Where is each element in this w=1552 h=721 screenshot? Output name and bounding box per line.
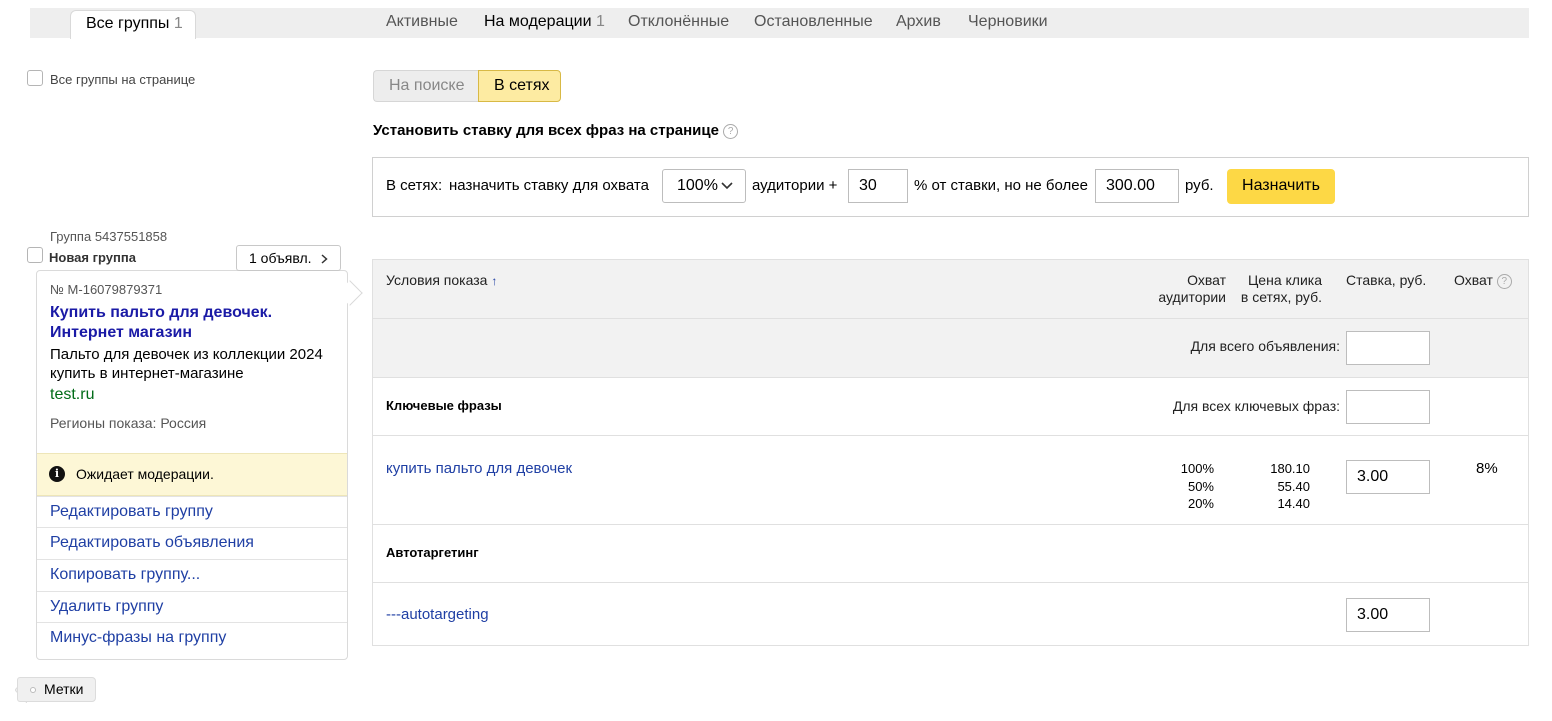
- col-reach-line1: Охват: [1187, 272, 1226, 288]
- reach-value: 100%: [1180, 461, 1214, 476]
- info-icon: i: [49, 466, 65, 482]
- keyword-phrase-link[interactable]: купить пальто для девочек: [386, 460, 572, 477]
- header-divider: [372, 318, 1529, 319]
- edit-group-link[interactable]: Редактировать группу: [37, 496, 347, 528]
- apply-bid-button[interactable]: Назначить: [1227, 169, 1335, 204]
- reach-value: 50%: [1187, 478, 1214, 494]
- tab-all-groups-count: 1: [173, 15, 183, 32]
- group-checkbox[interactable]: [27, 247, 43, 263]
- filter-rejected-label: Отклонённые: [628, 13, 730, 30]
- filter-rejected[interactable]: Отклонённые: [628, 13, 729, 31]
- group-name: Новая группа: [49, 250, 136, 265]
- autotargeting-bid-input[interactable]: 3.00: [1346, 598, 1430, 632]
- row-divider: [372, 524, 1529, 525]
- col-price: Цена клика в сетях, руб.: [1232, 272, 1322, 306]
- table-right-border: [1528, 378, 1529, 646]
- tab-all-groups-label: Все группы: [86, 15, 170, 32]
- all-keywords-bid-input[interactable]: [1346, 390, 1430, 424]
- question-circle-icon[interactable]: ?: [1496, 274, 1512, 289]
- copy-group-link[interactable]: Копировать группу...: [37, 559, 347, 591]
- col-conditions[interactable]: Условия показа ↑: [386, 272, 497, 290]
- question-circle-icon[interactable]: ?: [723, 124, 739, 139]
- ads-count-label: 1 объявл.: [249, 250, 312, 266]
- coverage-select-value: 100%: [677, 177, 718, 194]
- bulk-bid-text1: назначить ставку для охвата: [449, 177, 649, 194]
- sort-arrow-up-icon: ↑: [491, 274, 498, 288]
- max-bid-input[interactable]: 300.00: [1095, 169, 1179, 203]
- col-price-line1: Цена клика: [1247, 272, 1322, 288]
- bulk-bid-heading: Установить ставку для всех фраз на стран…: [373, 122, 739, 139]
- price-value: 14.40: [1277, 496, 1310, 511]
- col-conditions-label: Условия показа: [386, 272, 488, 288]
- select-all-label: Все группы на странице: [50, 72, 196, 87]
- negative-keywords-link[interactable]: Минус-фразы на группу: [37, 622, 347, 654]
- filter-stopped[interactable]: Остановленные: [754, 13, 873, 31]
- delete-group-link[interactable]: Удалить группу: [37, 591, 347, 623]
- filter-archive[interactable]: Архив: [896, 13, 941, 31]
- filter-on-moderation-label: На модерации: [484, 13, 592, 30]
- col-reach-line2: аудитории: [1158, 289, 1226, 305]
- ad-domain: test.ru: [50, 386, 95, 403]
- keyword-reach-list: 100% 50% 20%: [1150, 460, 1214, 513]
- price-value: 55.40: [1277, 478, 1310, 494]
- tags-button[interactable]: Метки: [17, 677, 96, 702]
- keyword-bid-input[interactable]: 3.00: [1346, 460, 1430, 494]
- filter-active-label: Активные: [386, 13, 458, 30]
- moderation-status-text: Ожидает модерации.: [76, 466, 214, 482]
- table-left-border: [372, 378, 373, 646]
- for-whole-ad-label: Для всего объявления:: [1190, 338, 1340, 354]
- autotargeting-section-title: Автотаргетинг: [386, 545, 479, 560]
- chevron-right-icon: [321, 254, 328, 264]
- filter-on-moderation-count: 1: [595, 13, 605, 30]
- edit-ads-link[interactable]: Редактировать объявления: [37, 527, 347, 559]
- bulk-bid-text3: % от ставки, но не более: [914, 177, 1088, 194]
- percent-input[interactable]: 30: [848, 169, 908, 203]
- row-divider: [372, 582, 1529, 583]
- toggle-search[interactable]: На поиске: [373, 70, 478, 102]
- reach-value: 20%: [1187, 496, 1214, 511]
- filter-archive-label: Архив: [896, 13, 941, 30]
- col-reach: Охват аудитории: [1130, 272, 1226, 306]
- ad-number: № M-16079879371: [50, 282, 163, 297]
- price-value: 180.10: [1270, 461, 1310, 476]
- for-all-keywords-label: Для всех ключевых фраз:: [1172, 398, 1340, 414]
- bulk-bid-prefix: В сетях:: [386, 177, 443, 194]
- ad-title[interactable]: Купить пальто для девочек. Интернет мага…: [50, 303, 320, 343]
- whole-ad-bid-input[interactable]: [1346, 331, 1430, 365]
- keyword-coverage-value: 8%: [1476, 460, 1498, 477]
- bulk-bid-heading-text: Установить ставку для всех фраз на стран…: [373, 122, 719, 139]
- group-id: Группа 5437551858: [50, 229, 168, 244]
- coverage-select[interactable]: 100%: [662, 169, 746, 203]
- ad-text: Пальто для девочек из коллекции 2024 куп…: [50, 346, 323, 382]
- tag-hole-icon: [30, 687, 36, 693]
- ad-regions: Регионы показа: Россия: [50, 415, 207, 431]
- filter-drafts-label: Черновики: [968, 13, 1048, 30]
- chevron-down-icon: [721, 182, 733, 190]
- col-coverage-label: Охват: [1454, 272, 1493, 288]
- keywords-section-title: Ключевые фразы: [386, 398, 502, 413]
- filter-on-moderation[interactable]: На модерации 1: [484, 13, 605, 31]
- ads-count-button[interactable]: 1 объявл.: [236, 245, 341, 271]
- autotargeting-link[interactable]: ---autotargeting: [386, 606, 489, 623]
- tab-all-groups[interactable]: Все группы 1: [70, 10, 196, 39]
- bulk-bid-text2: аудитории +: [752, 177, 838, 194]
- row-divider: [372, 435, 1529, 436]
- filter-stopped-label: Остановленные: [754, 13, 873, 30]
- filter-drafts[interactable]: Черновики: [968, 13, 1048, 31]
- col-price-line2: в сетях, руб.: [1240, 289, 1322, 305]
- toggle-networks[interactable]: В сетях: [478, 70, 561, 102]
- keyword-price-list: 180.10 55.40 14.40: [1240, 460, 1310, 513]
- filter-active[interactable]: Активные: [386, 13, 458, 31]
- col-bid: Ставка, руб.: [1346, 272, 1427, 288]
- col-coverage: Охват ?: [1454, 272, 1512, 289]
- select-all-checkbox[interactable]: [27, 70, 43, 86]
- currency-label: руб.: [1185, 177, 1214, 194]
- table-bottom-border: [372, 645, 1529, 646]
